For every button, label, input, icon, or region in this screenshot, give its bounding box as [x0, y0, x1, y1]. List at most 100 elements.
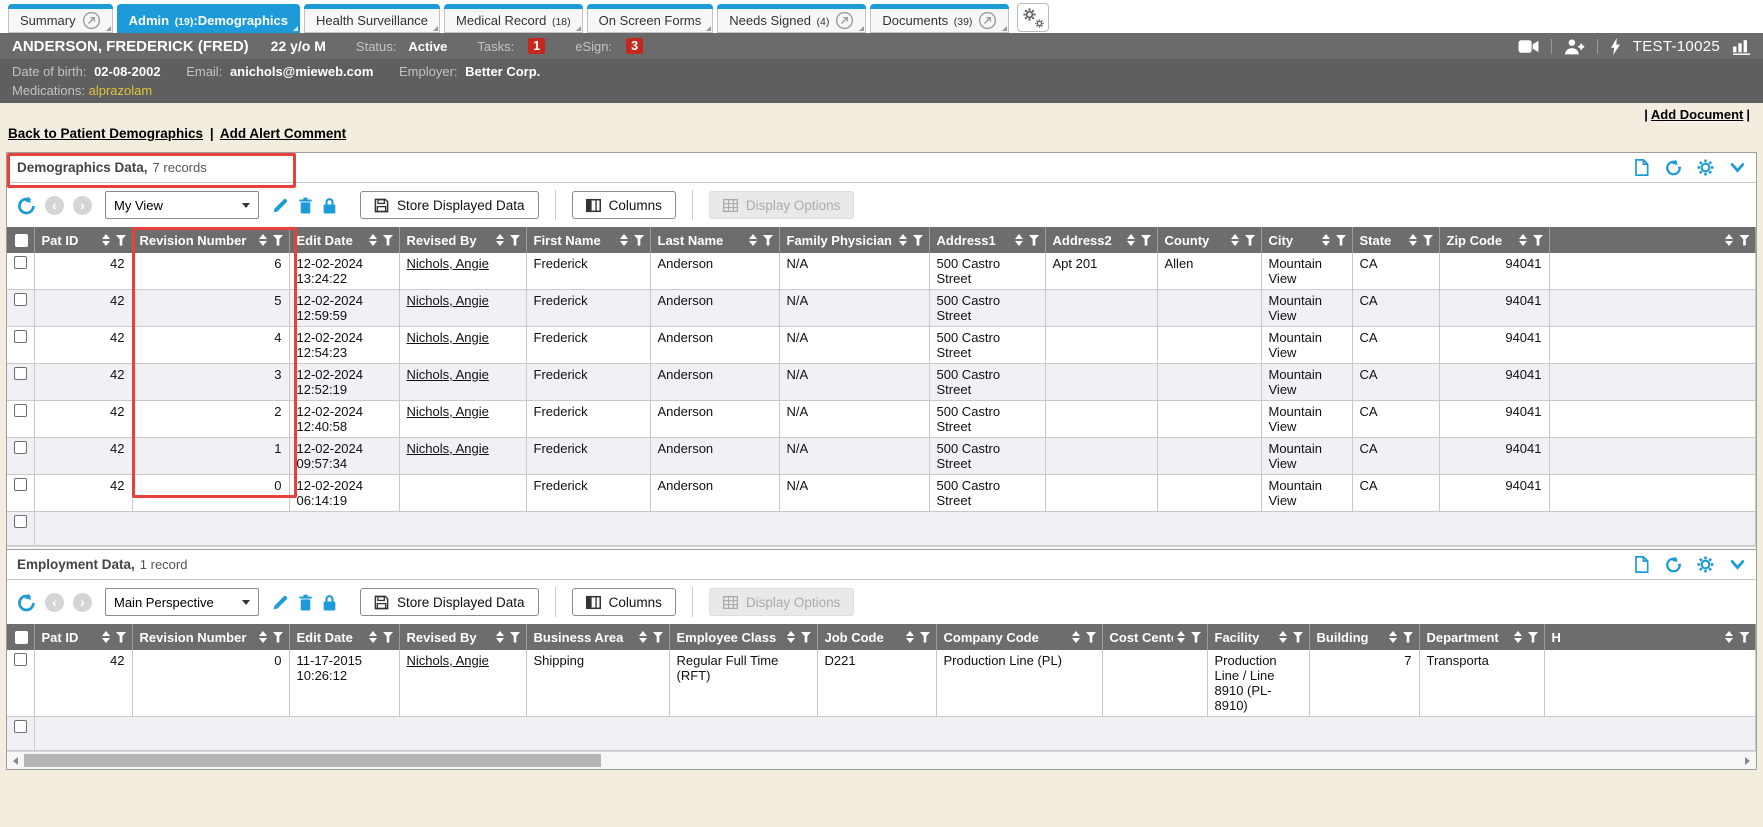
filter-icon[interactable] [510, 632, 521, 643]
prev-view-button[interactable]: ‹ [45, 196, 64, 215]
column-header[interactable]: Job Code [817, 624, 936, 650]
scrollbar-thumb[interactable] [24, 754, 601, 767]
tab-summary[interactable]: Summary [8, 4, 113, 33]
refresh-icon[interactable] [1665, 159, 1682, 176]
filter-icon[interactable] [1191, 632, 1202, 643]
row-checkbox[interactable] [14, 515, 27, 528]
sort-icon[interactable] [496, 234, 504, 246]
pencil-icon[interactable] [272, 594, 289, 611]
filter-icon[interactable] [763, 235, 774, 246]
next-view-button[interactable]: › [73, 196, 92, 215]
column-header[interactable] [1549, 227, 1756, 253]
store-displayed-data-button[interactable]: Store Displayed Data [360, 191, 539, 219]
column-header[interactable]: Department [1419, 624, 1544, 650]
sort-icon[interactable] [1725, 234, 1733, 246]
column-header[interactable]: Last Name [650, 227, 779, 253]
filter-icon[interactable] [383, 235, 394, 246]
tab-settings-button[interactable] [1017, 3, 1049, 32]
column-header[interactable]: Edit Date [289, 624, 399, 650]
filter-icon[interactable] [913, 235, 924, 246]
scroll-left-button[interactable] [7, 752, 24, 769]
column-header[interactable]: Zip Code [1439, 227, 1549, 253]
filter-icon[interactable] [1403, 632, 1414, 643]
popout-icon[interactable] [835, 11, 854, 30]
tab-documents[interactable]: Documents (39) [870, 4, 1009, 33]
sort-icon[interactable] [1177, 631, 1185, 643]
medication-value[interactable]: alprazolam [89, 83, 153, 98]
column-header[interactable]: Cost Center [1102, 624, 1207, 650]
select-all-checkbox[interactable] [15, 234, 28, 247]
sort-icon[interactable] [102, 234, 110, 246]
revised-by-link[interactable]: Nichols, Angie [407, 256, 489, 271]
view-select[interactable]: Main Perspective [106, 589, 258, 615]
display-options-button[interactable]: Display Options [709, 191, 855, 219]
row-checkbox[interactable] [14, 720, 27, 733]
tab-admin-demographics[interactable]: Admin (19):Demographics [117, 4, 300, 33]
filter-icon[interactable] [1336, 235, 1347, 246]
filter-icon[interactable] [273, 632, 284, 643]
row-checkbox[interactable] [14, 293, 27, 306]
new-document-icon[interactable] [1633, 556, 1650, 573]
sort-icon[interactable] [1015, 234, 1023, 246]
filter-icon[interactable] [1533, 235, 1544, 246]
filter-icon[interactable] [801, 632, 812, 643]
sort-icon[interactable] [1389, 631, 1397, 643]
sort-icon[interactable] [496, 631, 504, 643]
tab-health-surveillance[interactable]: Health Surveillance [304, 4, 440, 33]
sort-icon[interactable] [369, 631, 377, 643]
gear-icon[interactable] [1697, 159, 1714, 176]
revised-by-link[interactable]: Nichols, Angie [407, 441, 489, 456]
filter-icon[interactable] [383, 632, 394, 643]
next-view-button[interactable]: › [73, 593, 92, 612]
filter-icon[interactable] [273, 235, 284, 246]
popout-icon[interactable] [978, 11, 997, 30]
filter-icon[interactable] [1086, 632, 1097, 643]
popout-icon[interactable] [82, 11, 101, 30]
column-header[interactable]: Revised By [399, 624, 526, 650]
row-checkbox[interactable] [14, 653, 27, 666]
scroll-right-button[interactable] [1739, 752, 1756, 769]
filter-icon[interactable] [116, 235, 127, 246]
column-header[interactable]: Edit Date [289, 227, 399, 253]
column-header[interactable]: Building [1309, 624, 1419, 650]
row-checkbox[interactable] [14, 256, 27, 269]
filter-icon[interactable] [1423, 235, 1434, 246]
prev-view-button[interactable]: ‹ [45, 593, 64, 612]
tasks-badge[interactable]: 1 [528, 38, 545, 54]
column-header[interactable]: City [1261, 227, 1352, 253]
sort-icon[interactable] [1519, 234, 1527, 246]
add-alert-comment-link[interactable]: Add Alert Comment [220, 126, 346, 141]
column-header[interactable]: Employee Class [669, 624, 817, 650]
sort-icon[interactable] [1322, 234, 1330, 246]
filter-icon[interactable] [1141, 235, 1152, 246]
row-checkbox[interactable] [14, 404, 27, 417]
sort-icon[interactable] [899, 234, 907, 246]
column-header[interactable]: Revision Number [132, 624, 289, 650]
new-document-icon[interactable] [1633, 159, 1650, 176]
sort-icon[interactable] [259, 631, 267, 643]
column-header[interactable]: Facility [1207, 624, 1309, 650]
revised-by-link[interactable]: Nichols, Angie [407, 404, 489, 419]
filter-icon[interactable] [1245, 235, 1256, 246]
column-header[interactable]: Pat ID [34, 624, 132, 650]
view-select[interactable]: My View [106, 192, 258, 218]
lock-icon[interactable] [322, 197, 337, 214]
sort-icon[interactable] [620, 234, 628, 246]
column-header[interactable]: State [1352, 227, 1439, 253]
filter-icon[interactable] [1739, 632, 1750, 643]
tab-medical-record[interactable]: Medical Record (18) [444, 4, 583, 33]
sort-icon[interactable] [1725, 631, 1733, 643]
row-checkbox[interactable] [14, 367, 27, 380]
filter-icon[interactable] [634, 235, 645, 246]
filter-icon[interactable] [653, 632, 664, 643]
revised-by-link[interactable]: Nichols, Angie [407, 367, 489, 382]
column-header[interactable]: Business Area [526, 624, 669, 650]
bar-chart-icon[interactable] [1732, 38, 1751, 55]
row-checkbox[interactable] [14, 478, 27, 491]
display-options-button[interactable]: Display Options [709, 588, 855, 616]
row-checkbox[interactable] [14, 330, 27, 343]
column-header[interactable]: Family Physician [779, 227, 929, 253]
row-checkbox[interactable] [14, 441, 27, 454]
trash-icon[interactable] [298, 594, 313, 611]
filter-icon[interactable] [1293, 632, 1304, 643]
